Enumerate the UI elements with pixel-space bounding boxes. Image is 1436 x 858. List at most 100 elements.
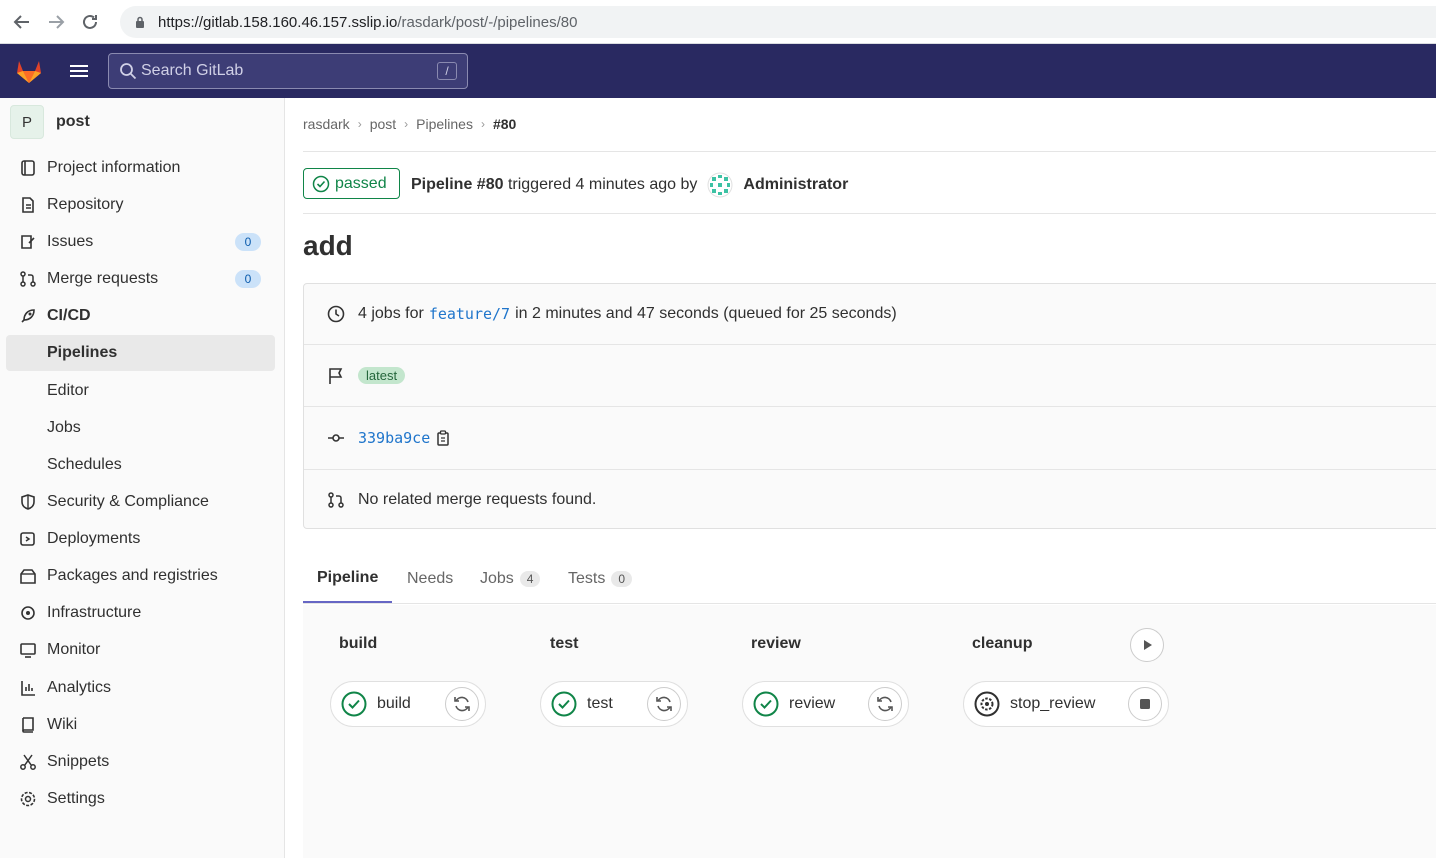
pipeline-mr-row: No related merge requests found. (304, 469, 1436, 529)
status-badge[interactable]: passed (303, 168, 400, 199)
user-avatar-icon[interactable] (707, 172, 733, 198)
commit-sha-link[interactable]: 339ba9ce (358, 429, 430, 447)
sidebar-item-pipelines[interactable]: Pipelines (6, 335, 275, 371)
check-circle-icon (312, 175, 330, 192)
tab-needs[interactable]: Needs (407, 554, 453, 603)
status-label: passed (335, 174, 387, 192)
job-name: review (789, 695, 836, 712)
sidebar-item-settings[interactable]: Settings (6, 781, 275, 817)
sidebar-item-ci-cd[interactable]: CI/CD (6, 298, 275, 334)
tab-label: Tests (568, 569, 606, 587)
job-test[interactable]: test (540, 681, 688, 727)
play-icon[interactable] (1130, 628, 1164, 662)
breadcrumb-item[interactable]: rasdark (303, 116, 350, 132)
merge-request-icon (18, 269, 38, 289)
stage-title: build (339, 635, 378, 652)
sidebar-item-label: CI/CD (47, 307, 91, 324)
pipeline-user[interactable]: Administrator (743, 176, 848, 194)
sidebar-item-jobs[interactable]: Jobs (6, 410, 275, 446)
sidebar-item-repository[interactable]: Repository (6, 187, 275, 223)
sidebar-item-label: Deployments (47, 530, 141, 547)
job-name: stop_review (1010, 695, 1096, 712)
check-circle-icon (753, 691, 779, 717)
sidebar-item-label: Project information (47, 159, 181, 176)
tab-count-badge: 0 (611, 570, 633, 587)
stop-icon[interactable] (1128, 687, 1162, 721)
tab-label: Pipeline (317, 568, 379, 586)
sidebar-item-label: Editor (47, 382, 89, 399)
sidebar-item-snippets[interactable]: Snippets (6, 744, 275, 780)
url-path: /rasdark/post/-/pipelines/80 (397, 13, 578, 31)
shield-icon (18, 492, 38, 512)
menu-icon[interactable] (68, 62, 90, 80)
sidebar-item-label: Merge requests (47, 270, 159, 287)
sidebar-item-issues[interactable]: Issues 0 (6, 224, 275, 260)
sidebar-item-label: Snippets (47, 753, 110, 770)
sidebar-item-label: Wiki (47, 716, 78, 733)
sidebar-item-deployments[interactable]: Deployments (6, 521, 275, 557)
breadcrumb-item[interactable]: Pipelines (416, 116, 473, 132)
tab-label: Needs (407, 569, 454, 587)
gitlab-logo-icon[interactable] (14, 56, 44, 86)
url-host: https://gitlab.158.160.46.157.sslip.io (158, 13, 398, 31)
reload-icon[interactable] (78, 10, 102, 34)
sidebar-item-project-information[interactable]: Project information (6, 150, 275, 186)
pipeline-duration-row: 4 jobs for feature/7 in 2 minutes and 47… (304, 284, 1436, 344)
tab-tests[interactable]: Tests 0 (568, 554, 633, 603)
back-icon[interactable] (10, 10, 34, 34)
sidebar-item-label: Analytics (47, 679, 112, 696)
branch-link[interactable]: feature/7 (429, 305, 510, 323)
stage-title: review (751, 635, 801, 652)
retry-icon[interactable] (647, 687, 681, 721)
tab-label: Jobs (480, 569, 514, 587)
book-icon (18, 715, 38, 735)
project-name: post (56, 113, 90, 130)
address-bar[interactable]: https://gitlab.158.160.46.157.sslip.io/r… (120, 6, 1436, 38)
divider (303, 213, 1436, 214)
issues-icon (18, 232, 38, 252)
latest-tag-badge: latest (358, 367, 406, 384)
gitlab-topbar: Search GitLab / (0, 44, 1436, 98)
commit-icon (326, 428, 346, 448)
retry-icon[interactable] (445, 687, 479, 721)
job-build[interactable]: build (330, 681, 486, 727)
browser-toolbar: https://gitlab.158.160.46.157.sslip.io/r… (0, 0, 1436, 44)
pipeline-triggered: triggered 4 minutes ago by (507, 176, 698, 193)
forward-icon[interactable] (44, 10, 68, 34)
rocket-icon (18, 306, 38, 326)
sidebar-item-label: Security & Compliance (47, 493, 209, 510)
stage-title: test (550, 635, 579, 652)
sidebar-item-analytics[interactable]: Analytics (6, 670, 275, 706)
search-placeholder: Search GitLab (141, 62, 244, 79)
tab-count-badge: 4 (519, 570, 541, 587)
sidebar-item-infrastructure[interactable]: Infrastructure (6, 595, 275, 631)
check-circle-icon (551, 691, 577, 717)
breadcrumb-current[interactable]: #80 (493, 116, 516, 132)
sidebar-item-merge-requests[interactable]: Merge requests 0 (6, 261, 275, 297)
sidebar-item-schedules[interactable]: Schedules (6, 447, 275, 483)
sidebar-item-wiki[interactable]: Wiki (6, 707, 275, 743)
job-name: test (587, 695, 613, 712)
copy-icon[interactable] (435, 429, 451, 447)
search-input[interactable]: Search GitLab / (108, 53, 468, 89)
sidebar-item-label: Jobs (47, 419, 81, 436)
sidebar-item-security-compliance[interactable]: Security & Compliance (6, 484, 275, 520)
sidebar-item-editor[interactable]: Editor (6, 373, 275, 409)
scissors-icon (18, 752, 38, 772)
lock-icon (136, 16, 144, 28)
jobs-prefix: 4 jobs for (358, 305, 424, 322)
jobs-suffix: in 2 minutes and 47 seconds (queued for … (515, 305, 897, 322)
job-review[interactable]: review (742, 681, 909, 727)
breadcrumb-item[interactable]: post (370, 116, 396, 132)
pipeline-commit-row: 339ba9ce (304, 406, 1436, 469)
sidebar-item-monitor[interactable]: Monitor (6, 632, 275, 668)
retry-icon[interactable] (868, 687, 902, 721)
sidebar-item-label: Settings (47, 790, 105, 807)
job-stop-review[interactable]: stop_review (963, 681, 1169, 727)
tab-pipeline[interactable]: Pipeline (303, 554, 393, 603)
project-header[interactable]: P post (10, 104, 90, 140)
tab-jobs[interactable]: Jobs 4 (480, 554, 541, 603)
clock-icon (326, 304, 346, 324)
sidebar-item-packages-registries[interactable]: Packages and registries (6, 558, 275, 594)
pipeline-graph: build build test test review review clea… (303, 605, 1436, 858)
